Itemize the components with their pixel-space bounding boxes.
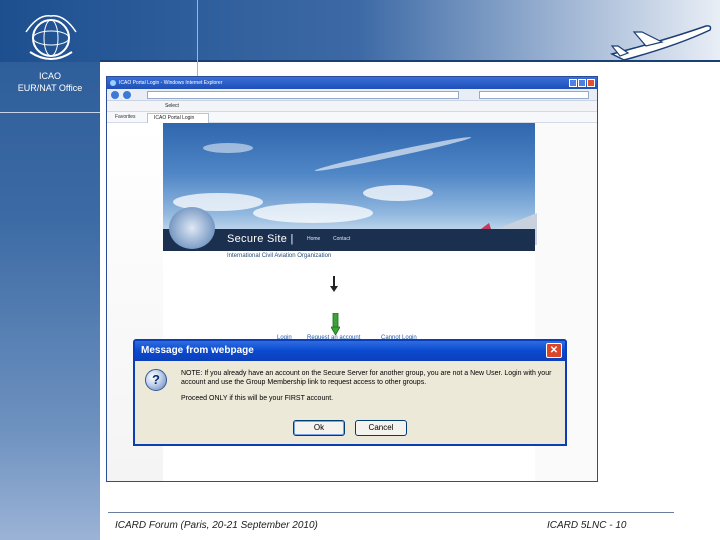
minimize-button[interactable] <box>569 79 577 87</box>
site-title: Secure Site | <box>227 233 294 245</box>
menu-item-select[interactable]: Select <box>165 101 179 112</box>
office-line-1: ICAO <box>38 71 61 81</box>
forward-icon[interactable] <box>123 91 131 99</box>
icao-logo-icon <box>25 15 77 60</box>
back-icon[interactable] <box>111 91 119 99</box>
arrow-down-icon <box>330 276 338 292</box>
dialog-message: NOTE: If you already have an account on … <box>181 369 563 403</box>
tab-icao-portal[interactable]: ICAO Portal Login <box>147 113 209 123</box>
site-subtitle: International Civil Aviation Organizatio… <box>227 253 332 259</box>
message-dialog: Message from webpage ✕ ? NOTE: If you al… <box>133 339 567 446</box>
green-arrow-down-icon <box>331 313 340 335</box>
footer-page: ICARD 5LNC - 10 <box>547 520 627 531</box>
maximize-button[interactable] <box>578 79 586 87</box>
browser-title: ICAO Portal Login - Windows Internet Exp… <box>119 80 223 86</box>
office-line-2: EUR/NAT Office <box>17 83 83 93</box>
search-input[interactable] <box>479 91 589 99</box>
footer-event: ICARD Forum (Paris, 20-21 September 2010… <box>115 520 318 531</box>
tabs-bar: Favorites ICAO Portal Login <box>107 112 597 123</box>
icao-emblem-icon <box>169 207 215 249</box>
close-icon[interactable]: ✕ <box>546 343 562 358</box>
dialog-title: Message from webpage <box>135 341 565 361</box>
footer-rule <box>108 512 674 513</box>
window-close-button[interactable] <box>587 79 595 87</box>
menu-bar: Select <box>107 101 597 112</box>
site-nav-home[interactable]: Home <box>307 236 320 242</box>
dialog-message-proceed: Proceed ONLY if this will be your FIRST … <box>181 395 334 402</box>
dialog-message-note: NOTE: If you already have an account on … <box>181 370 552 386</box>
browser-titlebar: ICAO Portal Login - Windows Internet Exp… <box>107 77 597 89</box>
ie-icon <box>110 80 116 86</box>
cancel-button[interactable]: Cancel <box>355 420 407 436</box>
question-icon: ? <box>145 369 167 391</box>
site-banner: Secure Site | Home Contact <box>163 229 535 251</box>
slide-left-rule <box>0 112 100 113</box>
office-label: ICAO EUR/NAT Office <box>0 70 100 94</box>
ok-button[interactable]: Ok <box>293 420 345 436</box>
airplane-icon <box>609 25 712 61</box>
url-input[interactable] <box>147 91 459 99</box>
site-nav-contact[interactable]: Contact <box>333 236 350 242</box>
address-bar <box>107 89 597 101</box>
favorites-button[interactable]: Favorites <box>115 112 136 123</box>
